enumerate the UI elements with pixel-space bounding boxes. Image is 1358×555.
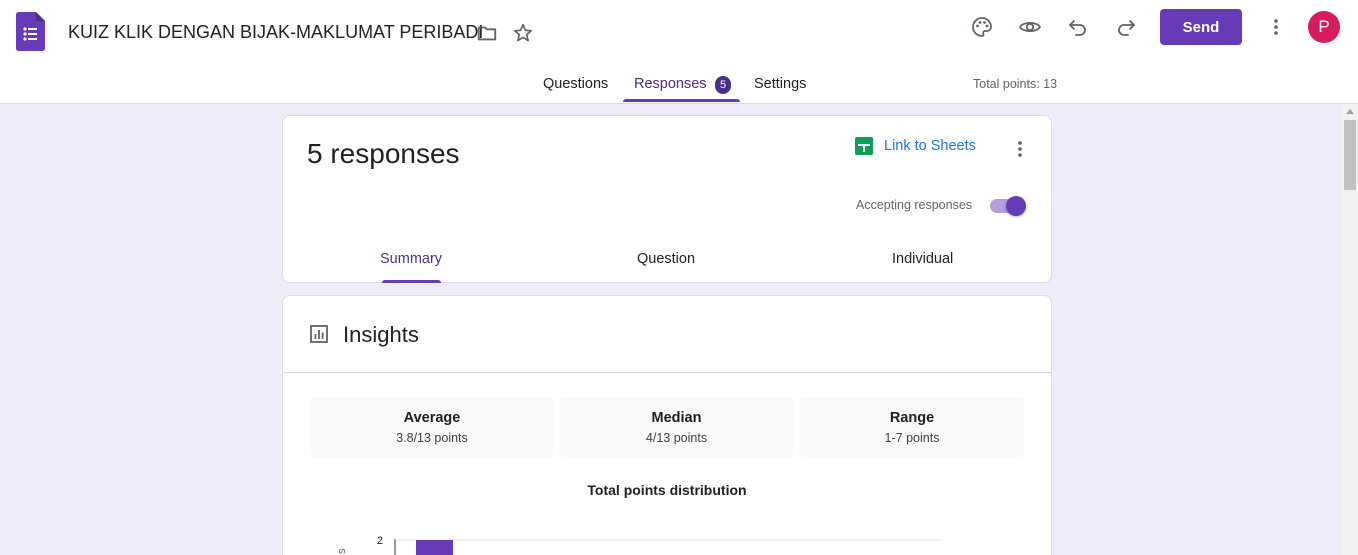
responses-count-badge: 5	[715, 76, 731, 94]
scroll-up-arrow-icon[interactable]	[1346, 109, 1354, 114]
form-title[interactable]: KUIZ KLIK DENGAN BIJAK-MAKLUMAT PERIBADI	[68, 22, 483, 43]
google-forms-logo-icon[interactable]	[16, 12, 45, 51]
accepting-responses-label: Accepting responses	[856, 198, 973, 212]
undo-icon[interactable]	[1066, 15, 1090, 39]
palette-icon[interactable]	[970, 15, 994, 39]
active-subtab-indicator	[382, 280, 441, 283]
insights-title: Insights	[343, 322, 419, 347]
stat-value: 1-7 points	[884, 431, 940, 445]
stat-label: Average	[403, 410, 461, 426]
stat-value: 4/13 points	[645, 431, 708, 445]
points-distribution-chart: s 2	[336, 535, 943, 555]
scroll-thumb[interactable]	[1344, 120, 1356, 190]
account-avatar[interactable]: P	[1308, 11, 1340, 43]
more-vert-icon[interactable]	[1008, 137, 1032, 161]
redo-icon[interactable]	[1114, 15, 1138, 39]
active-tab-indicator	[623, 99, 740, 102]
page-scrollbar[interactable]	[1342, 104, 1358, 555]
star-icon[interactable]	[512, 22, 534, 44]
stat-range: Range 1-7 points	[800, 397, 1024, 457]
toggle-knob	[1006, 196, 1026, 216]
bar	[416, 540, 453, 555]
divider	[283, 372, 1051, 373]
chart-title: Total points distribution	[587, 482, 747, 498]
send-button[interactable]: Send	[1160, 9, 1242, 45]
y-axis-label-fragment: s	[336, 548, 348, 554]
insights-chart-icon	[310, 325, 328, 343]
tab-questions[interactable]: Questions	[543, 76, 608, 92]
stat-median: Median 4/13 points	[560, 397, 793, 457]
preview-eye-icon[interactable]	[1018, 15, 1042, 39]
stat-label: Range	[889, 410, 935, 426]
stat-average: Average 3.8/13 points	[311, 397, 553, 457]
stat-label: Median	[651, 410, 702, 426]
total-points-label: Total points: 13	[973, 77, 1058, 91]
more-vert-icon[interactable]	[1264, 15, 1288, 39]
sheets-icon[interactable]	[855, 137, 873, 155]
folder-icon[interactable]	[476, 22, 498, 44]
y-tick-label: 2	[377, 535, 383, 547]
subtab-summary[interactable]: Summary	[380, 251, 442, 267]
subtab-individual[interactable]: Individual	[892, 251, 953, 267]
top-header: KUIZ KLIK DENGAN BIJAK-MAKLUMAT PERIBADI…	[0, 0, 1358, 104]
subtab-question[interactable]: Question	[637, 251, 695, 267]
tab-settings[interactable]: Settings	[754, 76, 806, 92]
insights-card: Insights Average 3.8/13 points Median 4/…	[282, 295, 1052, 555]
stat-value: 3.8/13 points	[396, 431, 468, 445]
accepting-responses-toggle[interactable]	[990, 196, 1026, 216]
tab-responses[interactable]: Responses	[634, 76, 707, 92]
responses-summary-card: 5 responses Link to Sheets Accepting res…	[282, 115, 1052, 283]
responses-count-heading: 5 responses	[307, 138, 460, 169]
link-to-sheets-button[interactable]: Link to Sheets	[884, 138, 976, 154]
